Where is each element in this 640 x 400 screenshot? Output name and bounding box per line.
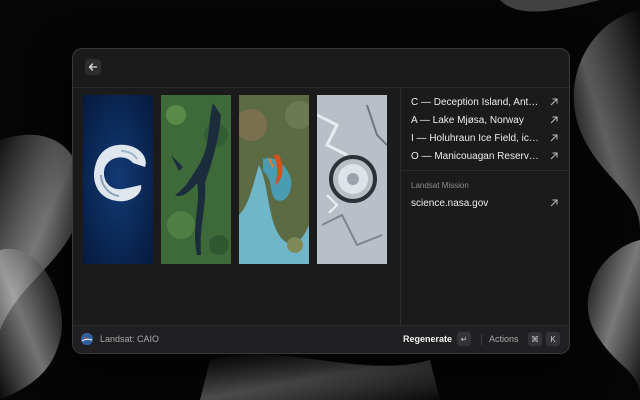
external-link-icon <box>550 98 558 106</box>
link-manicouagan[interactable]: O — Manicouagan Reservoir, Canada <box>411 147 559 165</box>
regenerate-button[interactable]: Regenerate <box>403 334 452 344</box>
footer-separator <box>481 334 482 345</box>
link-label: I — Holuhraun Ice Field, iceland <box>411 132 543 144</box>
external-link-icon <box>550 199 558 207</box>
image-strip <box>73 88 401 325</box>
link-label: C — Deception Island, Antarctica <box>411 96 543 108</box>
satellite-image-c <box>83 95 153 264</box>
landsat-window: C — Deception Island, Antarctica A — Lak… <box>72 48 570 354</box>
link-lake-mjosa[interactable]: A — Lake Mjøsa, Norway <box>411 111 559 129</box>
enter-key-hint: ↵ <box>457 332 471 346</box>
footer-title: Landsat: CAIO <box>100 334 160 344</box>
landsat-logo-icon <box>81 333 93 345</box>
actions-button[interactable]: Actions <box>489 334 519 344</box>
arrow-left-icon <box>88 63 98 71</box>
back-button[interactable] <box>85 59 101 75</box>
footer-bar: Landsat: CAIO Regenerate ↵ Actions ⌘ K <box>73 325 569 353</box>
details-pane: C — Deception Island, Antarctica A — Lak… <box>401 88 569 325</box>
cmd-key-hint: ⌘ <box>528 332 542 346</box>
external-link-icon <box>550 134 558 142</box>
section-divider <box>401 170 569 171</box>
k-key-hint: K <box>546 332 560 346</box>
satellite-image-a <box>161 95 231 264</box>
section-title-mission: Landsat Mission <box>411 181 469 190</box>
top-bar <box>73 49 569 88</box>
link-science-nasa[interactable]: science.nasa.gov <box>411 194 559 212</box>
external-link-icon <box>550 152 558 160</box>
external-link-icon <box>550 116 558 124</box>
link-label: A — Lake Mjøsa, Norway <box>411 114 524 126</box>
satellite-image-o <box>317 95 387 264</box>
link-label: O — Manicouagan Reservoir, Canada <box>411 150 543 162</box>
link-label: science.nasa.gov <box>411 197 489 209</box>
satellite-image-i <box>239 95 309 264</box>
link-holuhraun[interactable]: I — Holuhraun Ice Field, iceland <box>411 129 559 147</box>
link-deception-island[interactable]: C — Deception Island, Antarctica <box>411 93 559 111</box>
